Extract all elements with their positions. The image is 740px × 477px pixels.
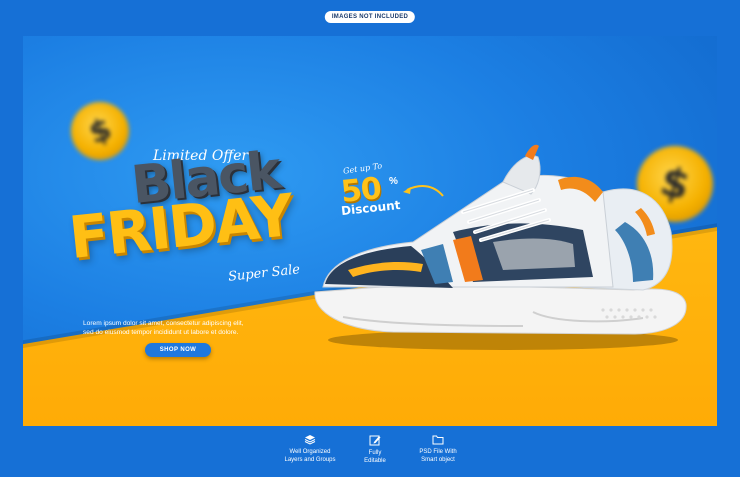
coin-left-icon: $ xyxy=(71,102,129,160)
folder-icon xyxy=(432,435,444,445)
layers-icon xyxy=(304,435,316,445)
super-sale-label: Super Sale xyxy=(227,262,301,285)
feature-psd-file: PSD File With Smart object xyxy=(398,434,478,464)
headline-friday: FRIDAY xyxy=(65,181,296,272)
description-line-1: Lorem ipsum dolor sit amet, consectetur … xyxy=(83,320,244,327)
feature-line-2: Smart object xyxy=(421,457,455,463)
feature-line-1: PSD File With xyxy=(419,449,457,455)
edit-icon xyxy=(369,435,381,446)
description-line-2: sed do eiusmod tempor incididunt ut labo… xyxy=(83,329,239,336)
images-not-included-badge: IMAGES NOT INCLUDED xyxy=(324,11,416,23)
black-friday-banner: $ $ Limited Offer Black FRIDAY Super Sal… xyxy=(23,36,717,426)
shop-now-button[interactable]: SHOP NOW xyxy=(145,343,211,357)
sneaker-image xyxy=(314,144,687,350)
description-text: Lorem ipsum dolor sit amet, consectetur … xyxy=(83,319,283,337)
